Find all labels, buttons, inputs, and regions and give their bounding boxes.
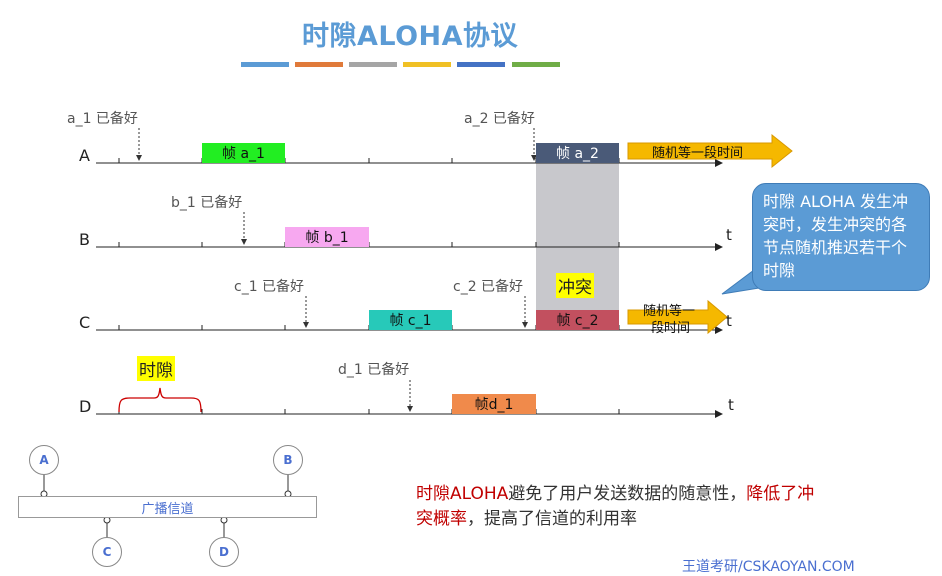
summary-part-1: 时隙ALOHA xyxy=(416,484,509,504)
summary-part-2: 避免了用户发送数据的随意性， xyxy=(508,484,747,504)
summary-text: 时隙ALOHA避免了用户发送数据的随意性，降低了冲突概率，提高了信道的利用率 xyxy=(416,482,826,532)
footer-brand: 王道考研/CSKAOYAN.COM xyxy=(682,559,855,575)
summary-part-4: ，提高了信道的利用率 xyxy=(467,509,637,529)
node-d: D xyxy=(209,537,239,567)
network-links xyxy=(40,475,292,538)
node-a: A xyxy=(29,445,59,475)
broadcast-channel: 广播信道 xyxy=(18,496,317,518)
node-c: C xyxy=(92,537,122,567)
node-b: B xyxy=(273,445,303,475)
